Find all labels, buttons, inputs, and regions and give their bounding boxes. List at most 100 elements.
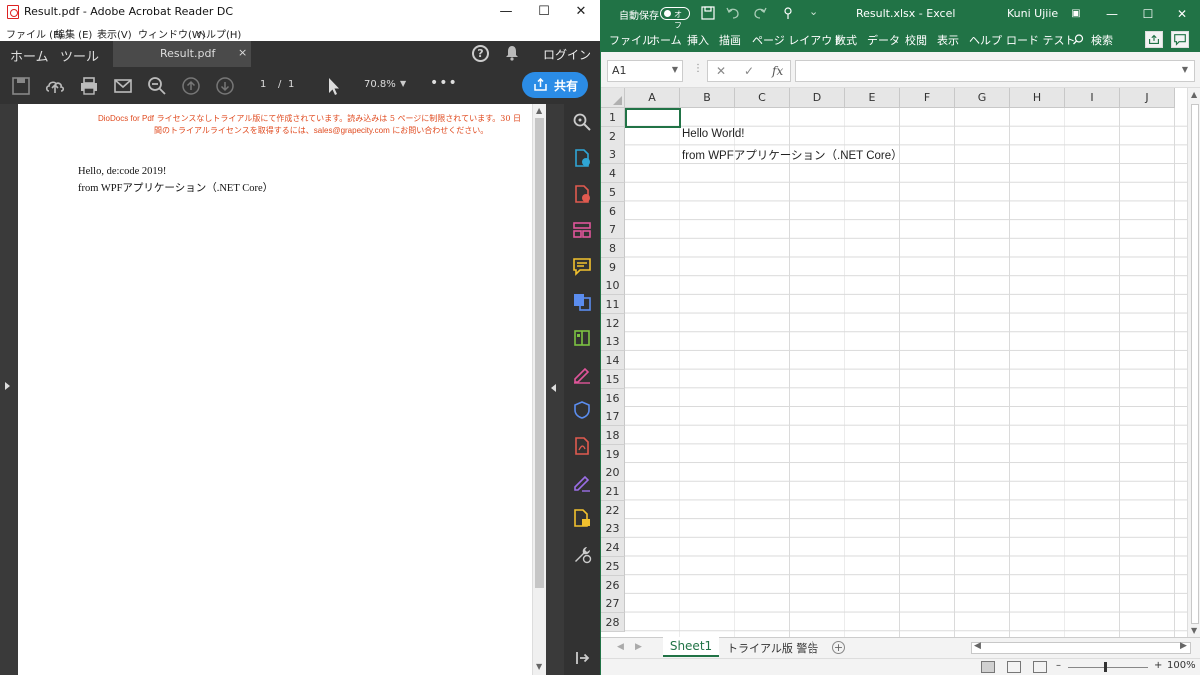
row-header-22[interactable]: 22 [601, 500, 625, 520]
row-header-28[interactable]: 28 [601, 612, 625, 632]
row-header-1[interactable]: 1 [601, 108, 625, 127]
next-page-icon[interactable] [214, 75, 236, 97]
ribbon-search[interactable]: 検索 [1091, 32, 1113, 48]
row-header-9[interactable]: 9 [601, 257, 625, 277]
maximize-button[interactable]: ☐ [1133, 0, 1163, 28]
undo-icon[interactable] [726, 6, 740, 20]
row-header-10[interactable]: 10 [601, 276, 625, 296]
touch-mode-icon[interactable] [781, 6, 795, 20]
column-header-c[interactable]: C [735, 88, 790, 108]
share-icon[interactable] [1145, 31, 1163, 48]
row-header-24[interactable]: 24 [601, 538, 625, 558]
minimize-button[interactable]: — [488, 0, 524, 24]
normal-view-icon[interactable] [981, 661, 995, 673]
ribbon-tab-home[interactable]: ホーム [649, 32, 682, 48]
insert-function-icon[interactable]: fx [772, 64, 783, 78]
next-sheet-icon[interactable]: ▶ [635, 642, 642, 652]
close-tab-icon[interactable]: × [238, 46, 247, 59]
save-icon[interactable] [10, 75, 32, 97]
zoom-out-icon[interactable] [146, 75, 168, 97]
expand-formula-bar-icon[interactable]: ▼ [1182, 65, 1188, 74]
page-current[interactable]: 1 [260, 79, 266, 90]
protect-tool-icon[interactable] [572, 400, 592, 420]
name-box[interactable]: A1 ▼ [607, 60, 683, 82]
scroll-right-icon[interactable]: ▶ [1180, 641, 1187, 651]
column-header-i[interactable]: I [1065, 88, 1120, 108]
organize-pages-tool-icon[interactable] [572, 220, 592, 240]
row-header-19[interactable]: 19 [601, 444, 625, 464]
row-header-4[interactable]: 4 [601, 164, 625, 184]
sheet-tab-sheet1[interactable]: Sheet1 [663, 637, 719, 657]
zoom-level[interactable]: 100% [1167, 660, 1196, 671]
row-header-17[interactable]: 17 [601, 407, 625, 427]
column-header-g[interactable]: G [955, 88, 1010, 108]
scroll-up-icon[interactable]: ▲ [1191, 90, 1197, 99]
ribbon-tab-insert[interactable]: 挿入 [687, 32, 709, 48]
row-header-16[interactable]: 16 [601, 388, 625, 408]
column-header-j[interactable]: J [1120, 88, 1175, 108]
zoom-level[interactable]: 70.8% [364, 79, 396, 90]
share-button[interactable]: 共有 [522, 72, 588, 98]
tab-document[interactable]: Result.pdf × [113, 41, 251, 67]
row-header-13[interactable]: 13 [601, 332, 625, 352]
active-cell-a1[interactable] [625, 108, 681, 128]
vertical-scrollbar[interactable]: ▲ ▼ [1187, 88, 1200, 637]
row-header-18[interactable]: 18 [601, 425, 625, 445]
row-header-15[interactable]: 15 [601, 369, 625, 389]
ribbon-tab-draw[interactable]: 描画 [719, 32, 741, 48]
enter-icon[interactable]: ✓ [744, 64, 754, 78]
close-button[interactable]: ✕ [563, 0, 599, 24]
scroll-down-icon[interactable]: ▼ [536, 662, 544, 671]
search-zoom-tool-icon[interactable] [572, 112, 592, 132]
create-pdf-tool-icon[interactable] [572, 148, 592, 168]
scroll-down-icon[interactable]: ▼ [1191, 626, 1197, 635]
signature-tool-icon[interactable] [572, 472, 592, 492]
minimize-button[interactable]: — [1097, 0, 1127, 28]
left-panel-toggle[interactable] [0, 104, 18, 675]
edit-pdf-tool-icon[interactable] [572, 328, 592, 348]
row-header-11[interactable]: 11 [601, 295, 625, 314]
export-pdf-tool-icon[interactable] [572, 184, 592, 204]
tab-home[interactable]: ホーム [10, 46, 49, 65]
ribbon-tab-view[interactable]: 表示 [937, 32, 959, 48]
formula-bar-resize-icon[interactable]: ⋮ [693, 63, 703, 74]
scroll-thumb[interactable] [535, 118, 544, 588]
zoom-in-icon[interactable]: + [1154, 660, 1162, 671]
page-break-view-icon[interactable] [1033, 661, 1047, 673]
cell-area[interactable] [625, 108, 1187, 637]
column-header-f[interactable]: F [900, 88, 955, 108]
ribbon-display-options-icon[interactable]: ▣ [1061, 0, 1091, 28]
menu-help[interactable]: ヘルプ(H) [196, 26, 241, 41]
print-icon[interactable] [78, 75, 100, 97]
autosave-toggle[interactable]: オフ [660, 7, 690, 30]
row-header-6[interactable]: 6 [601, 201, 625, 221]
more-tools-wrench-icon[interactable] [572, 544, 592, 564]
cell-b3[interactable]: from WPFアプリケーション（.NET Core） [682, 147, 903, 163]
acrobat-pdf-tool-icon[interactable] [572, 436, 592, 456]
notification-bell-icon[interactable] [505, 45, 519, 61]
column-header-d[interactable]: D [790, 88, 845, 108]
maximize-button[interactable]: ☐ [526, 0, 562, 24]
zoom-slider[interactable] [1068, 667, 1148, 668]
save-icon[interactable] [701, 6, 715, 20]
scroll-up-icon[interactable]: ▲ [536, 106, 544, 115]
row-header-23[interactable]: 23 [601, 519, 625, 539]
ribbon-tab-help[interactable]: ヘルプ [969, 32, 1002, 48]
send-for-review-tool-icon[interactable] [572, 508, 592, 528]
row-header-7[interactable]: 7 [601, 220, 625, 240]
previous-page-icon[interactable] [180, 75, 202, 97]
user-name[interactable]: Kuni Ujiie [1007, 7, 1058, 20]
menu-edit[interactable]: 編集 (E) [55, 26, 92, 41]
cancel-icon[interactable]: ✕ [716, 64, 726, 78]
row-header-2[interactable]: 2 [601, 126, 625, 146]
column-header-a[interactable]: A [625, 88, 680, 108]
column-header-h[interactable]: H [1010, 88, 1065, 108]
row-header-12[interactable]: 12 [601, 313, 625, 333]
tab-tools[interactable]: ツール [60, 46, 99, 65]
menu-view[interactable]: 表示(V) [97, 26, 132, 41]
column-header-e[interactable]: E [845, 88, 900, 108]
worksheet-grid[interactable]: ABCDEFGHIJ 1 2 3 4 5 6 7 8 9 10 11 12 13 14 15 16 17 18 19… [601, 88, 1187, 637]
column-header-b[interactable]: B [680, 88, 735, 108]
search-icon[interactable] [1073, 34, 1084, 45]
row-header-14[interactable]: 14 [601, 351, 625, 371]
